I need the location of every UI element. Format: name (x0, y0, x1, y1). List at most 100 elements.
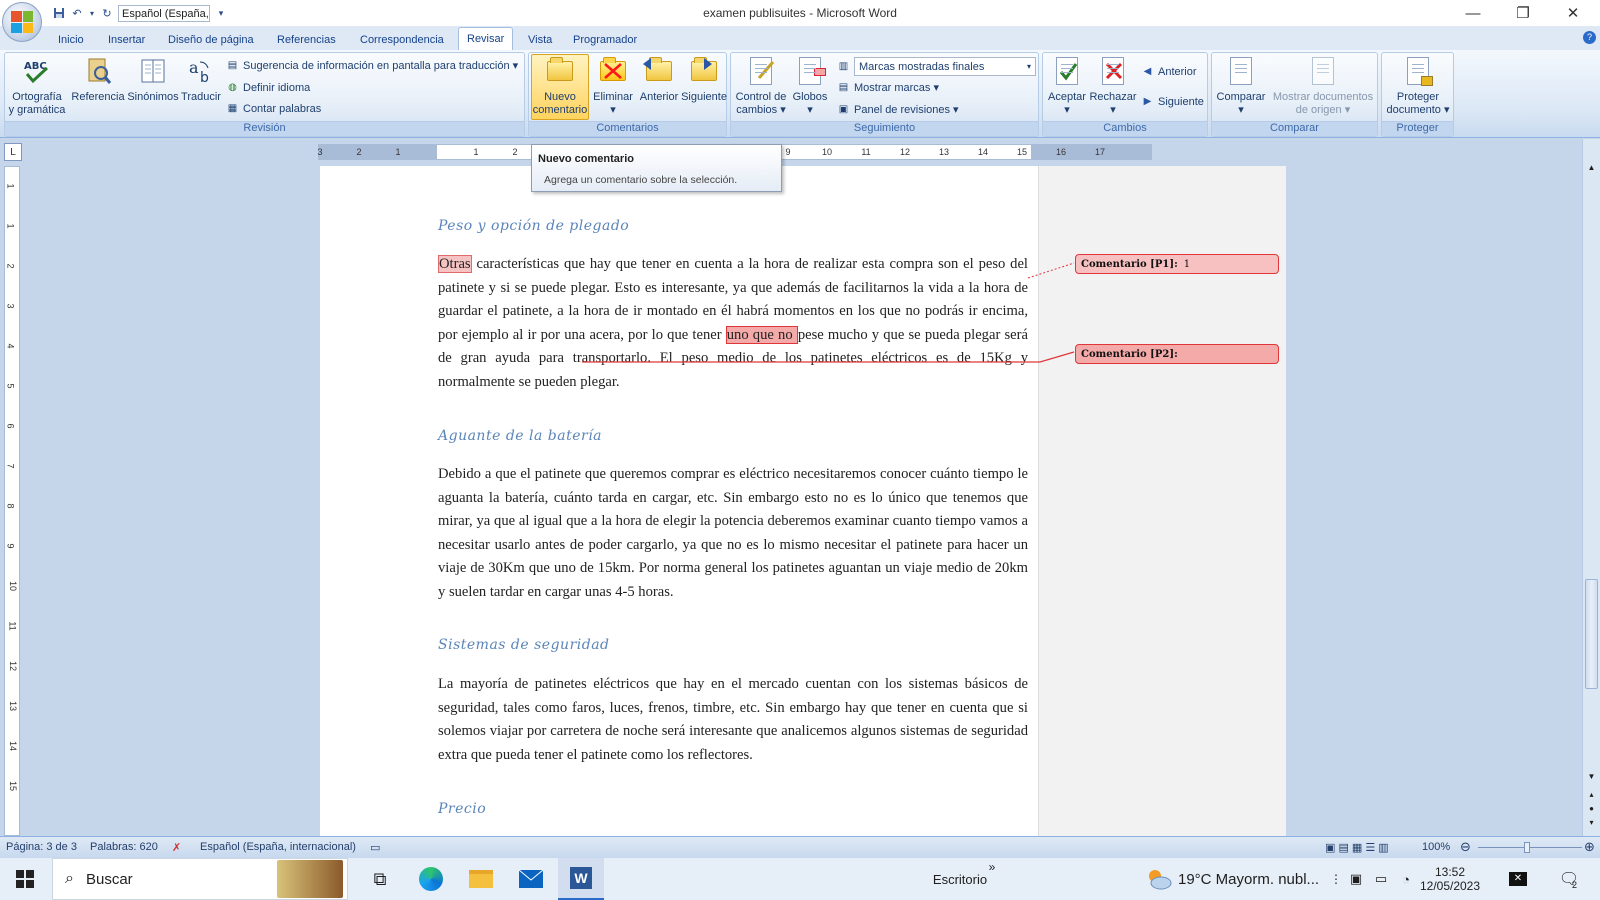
accept-label: Aceptar ▾ (1048, 91, 1086, 116)
task-view-icon[interactable]: ⧉ (360, 858, 400, 900)
input-indicator-icon[interactable]: ✕ (1505, 858, 1531, 900)
scroll-up-icon[interactable]: ▲ (1586, 163, 1597, 173)
wifi-icon[interactable]: ◔ (1395, 858, 1417, 900)
overflow-icon[interactable]: ⋮ (1330, 858, 1342, 900)
office-button[interactable] (2, 2, 42, 42)
display-review-button[interactable]: ▥ Marcas mostradas finales ▾ (837, 57, 1036, 76)
tab-referencias[interactable]: Referencias (269, 30, 344, 50)
desktop-expand-icon[interactable]: » (985, 846, 999, 888)
tab-inicio[interactable]: Inicio (50, 30, 92, 50)
notifications-icon[interactable]: 🗨 2 (1552, 858, 1586, 900)
delete-comment-button[interactable]: Eliminar ▾ (591, 55, 635, 117)
battery-icon[interactable]: ▭ (1370, 858, 1392, 900)
tab-vista[interactable]: Vista (520, 30, 560, 50)
review-pane-button[interactable]: ▣ Panel de revisiones ▾ (837, 103, 959, 116)
proofing-icon[interactable]: ✗ (172, 841, 181, 854)
tab-programador[interactable]: Programador (565, 30, 645, 50)
translate-button[interactable]: ab Traducir (177, 55, 225, 104)
ruler-tick-label: 12 (899, 147, 911, 157)
document-page[interactable]: Peso y opción de plegado Otras caracterí… (320, 166, 1286, 836)
network-adapter-icon[interactable]: ▣ (1345, 858, 1367, 900)
accept-icon (1052, 55, 1082, 87)
heading-peso: Peso y opción de plegado (438, 218, 630, 234)
tab-correspondencia[interactable]: Correspondencia (352, 30, 452, 50)
browse-object-icon[interactable]: ● (1586, 804, 1597, 814)
translation-tip-button[interactable]: ▤ Sugerencia de información en pantalla … (226, 59, 518, 72)
status-page[interactable]: Página: 3 de 3 (6, 841, 77, 853)
group-cambios-label: Cambios (1043, 121, 1207, 136)
comment-anchor-1[interactable]: Otras (438, 255, 472, 273)
comment-balloon-2[interactable]: Comentario [P2]: (1075, 344, 1279, 364)
next-change-button[interactable]: ▶ Siguiente (1141, 95, 1204, 108)
restore-button[interactable]: ❐ (1500, 0, 1546, 26)
balloons-button[interactable]: Globos ▾ (789, 55, 831, 117)
balloons-icon (795, 55, 826, 87)
tab-diseno-pagina[interactable]: Diseño de página (160, 30, 262, 50)
compare-icon (1226, 55, 1256, 87)
zoom-slider-thumb[interactable] (1524, 842, 1530, 853)
minimize-button[interactable]: — (1450, 0, 1496, 26)
windows-start-icon[interactable] (0, 858, 50, 900)
compare-button[interactable]: Comparar ▾ (1214, 55, 1268, 117)
reject-button[interactable]: Rechazar ▾ (1089, 55, 1137, 117)
thesaurus-button[interactable]: Sinónimos (125, 55, 181, 104)
show-markup-button[interactable]: ▤ Mostrar marcas ▾ (837, 81, 939, 94)
set-language-button[interactable]: ◍ Definir idioma (226, 81, 310, 94)
chevron-down-icon: ▾ (1026, 62, 1031, 71)
help-icon[interactable]: ? (1583, 31, 1596, 44)
next-comment-button[interactable]: Siguiente (681, 55, 727, 104)
display-review-icon: ▥ (838, 61, 849, 72)
vertical-scrollbar[interactable]: ▲ ▼ ▴ ● ▾ (1582, 139, 1600, 836)
close-button[interactable]: ✕ (1550, 0, 1596, 26)
spelling-button[interactable]: ABC Ortografía y gramática (7, 55, 67, 117)
next-page-icon[interactable]: ▾ (1586, 818, 1597, 828)
vertical-ruler[interactable]: 1 1 2 3 4 5 6 7 8 9 10 11 12 13 14 15 (4, 166, 20, 836)
view-buttons[interactable]: ▣ ▤ ▦ ☰ ▥ (1325, 841, 1389, 854)
macro-record-icon[interactable]: ▭ (370, 841, 380, 854)
heading-seguridad: Sistemas de seguridad (438, 637, 610, 653)
new-comment-button[interactable]: Nuevo comentario (531, 54, 589, 120)
delete-comment-icon (598, 55, 628, 87)
weather-text[interactable]: 19°C Mayorm. nubl... (1178, 858, 1328, 900)
show-markup-label: Mostrar marcas ▾ (854, 82, 939, 94)
previous-change-button[interactable]: ◀ Anterior (1141, 65, 1197, 78)
edge-icon[interactable] (408, 858, 454, 900)
tab-insertar[interactable]: Insertar (100, 30, 153, 50)
status-language[interactable]: Español (España, internacional) (200, 841, 356, 853)
paragraph-bateria[interactable]: Debido a que el patinete que queremos co… (438, 463, 1028, 604)
scroll-down-icon[interactable]: ▼ (1586, 772, 1597, 782)
thesaurus-icon (138, 55, 168, 87)
paragraph-peso[interactable]: Otras características que hay que tener … (438, 253, 1028, 394)
track-changes-button[interactable]: Control de cambios ▾ (733, 55, 789, 117)
search-placeholder: Buscar (85, 870, 133, 888)
comment-balloon-1[interactable]: Comentario [P1]: 1 (1075, 254, 1279, 274)
tab-revisar[interactable]: Revisar (458, 27, 514, 50)
taskbar-search[interactable]: ⌕ Buscar (52, 858, 348, 900)
prev-page-icon[interactable]: ▴ (1586, 790, 1597, 800)
show-markup-icon: ▤ (838, 82, 849, 93)
show-source-button[interactable]: Mostrar documentos de origen ▾ (1268, 55, 1378, 117)
word-count-button[interactable]: ▦ Contar palabras (226, 102, 322, 115)
mail-icon[interactable] (508, 858, 554, 900)
file-explorer-icon[interactable] (458, 858, 504, 900)
display-select[interactable]: Marcas mostradas finales ▾ (854, 57, 1036, 76)
status-words[interactable]: Palabras: 620 (90, 841, 158, 853)
weather-icon[interactable] (1145, 858, 1173, 900)
clock[interactable]: 13:52 12/05/2023 (1420, 858, 1480, 900)
tab-selector[interactable]: L (4, 143, 22, 161)
vruler-tick-label: 15 (8, 780, 19, 792)
accept-button[interactable]: Aceptar ▾ (1045, 55, 1089, 117)
zoom-in-icon[interactable]: ⊕ (1584, 839, 1595, 855)
word-taskbar-icon[interactable]: W (558, 858, 604, 900)
show-source-icon (1308, 55, 1338, 87)
comment-anchor-2[interactable]: uno que no (725, 325, 798, 344)
zoom-out-icon[interactable]: ⊖ (1460, 839, 1471, 855)
research-button[interactable]: Referencia (69, 55, 127, 104)
paragraph-seguridad[interactable]: La mayoría de patinetes eléctricos que h… (438, 673, 1028, 767)
zoom-slider[interactable] (1478, 847, 1582, 848)
status-zoom[interactable]: 100% (1422, 841, 1450, 853)
vruler-tick-label: 2 (5, 263, 16, 269)
scroll-thumb[interactable] (1585, 579, 1598, 689)
previous-comment-button[interactable]: Anterior (637, 55, 681, 104)
protect-document-button[interactable]: Proteger documento ▾ (1384, 55, 1452, 117)
